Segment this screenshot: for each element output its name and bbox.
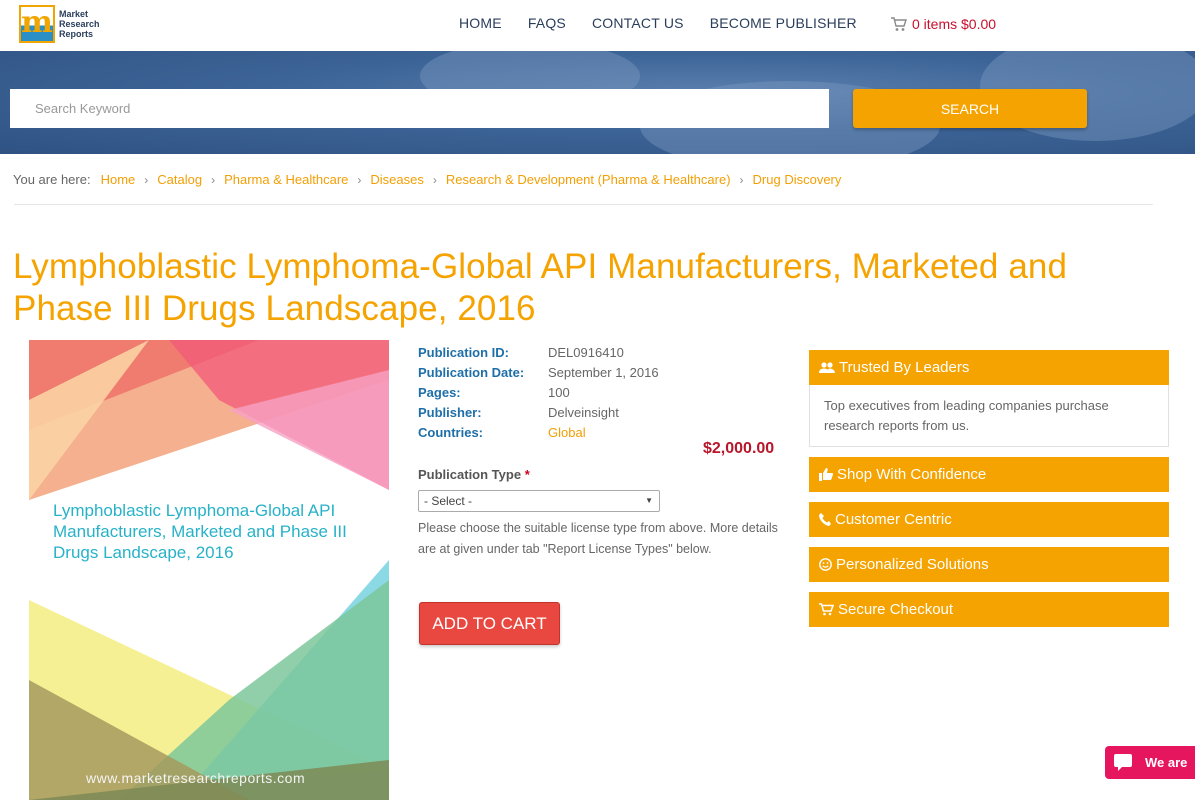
meta-key: Countries: [418,424,483,440]
country-link[interactable]: Global [548,425,586,440]
meta-key: Publication ID: [418,344,509,360]
breadcrumb-research-development[interactable]: Research & Development (Pharma & Healthc… [446,172,731,187]
cart-summary: 0 items $0.00 [912,16,997,32]
panel-trusted-by-leaders[interactable]: Trusted By Leaders [809,350,1169,385]
trusted-panel-body: Top executives from leading companies pu… [809,385,1169,447]
dropdown-arrow-icon: ▼ [645,496,653,505]
meta-row-pages: Pages: 100 [418,382,659,402]
main-nav: HOME FAQS CONTACT US BECOME PUBLISHER [459,15,883,31]
page-title: Lymphoblastic Lymphoma-Global API Manufa… [13,247,1068,328]
license-help-text: Please choose the suitable license type … [418,521,778,556]
publication-type-select[interactable]: - Select - ▼ [418,490,660,512]
chat-widget[interactable]: We are [1105,746,1195,779]
breadcrumb-drug-discovery[interactable]: Drug Discovery [753,172,842,187]
logo-mark-icon: m [19,5,55,43]
chevron-right-icon: › [739,172,744,187]
top-header: m Market Research Reports HOME FAQS CONT… [0,0,1195,51]
nav-become-publisher[interactable]: BECOME PUBLISHER [710,15,857,31]
panel-secure-checkout[interactable]: Secure Checkout [809,592,1169,627]
cart-icon [891,16,907,31]
meta-row-countries: Countries: Global [418,422,659,442]
search-input[interactable] [10,89,829,128]
nav-home[interactable]: HOME [459,15,502,31]
report-cover-image: Lymphoblastic Lymphoma-Global API Manufa… [29,340,389,800]
chat-bubble-icon [1114,754,1132,771]
meta-key: Pages: [418,384,461,400]
meta-value: Delveinsight [548,404,619,420]
nav-faqs[interactable]: FAQS [528,15,566,31]
required-mark: * [524,467,530,482]
meta-value: September 1, 2016 [548,364,659,380]
cart-icon [819,603,834,616]
cover-title: Lymphoblastic Lymphoma-Global API Manufa… [53,501,347,562]
breadcrumb-label: You are here: [13,172,91,187]
breadcrumb-pharma[interactable]: Pharma & Healthcare [224,172,348,187]
chevron-right-icon: › [357,172,362,187]
search-button[interactable]: SEARCH [853,89,1087,128]
meta-value: 100 [548,384,570,400]
meta-value: DEL0916410 [548,344,624,360]
chevron-right-icon: › [432,172,437,187]
price: $2,000.00 [703,440,775,457]
thumbs-up-icon [819,468,833,481]
site-logo[interactable]: m Market Research Reports [19,5,100,43]
divider [14,204,1153,205]
chat-label: We are [1145,755,1188,770]
select-value: - Select - [424,494,473,508]
panel-shop-with-confidence[interactable]: Shop With Confidence [809,457,1169,492]
meta-row-publication-id: Publication ID: DEL0916410 [418,342,659,362]
meta-row-publication-date: Publication Date: September 1, 2016 [418,362,659,382]
logo-text: Market Research Reports [59,9,100,39]
search-banner: SEARCH [0,51,1195,154]
meta-key: Publication Date: [418,364,525,380]
publication-type-label: Publication Type * [418,467,530,482]
cover-url: www.marketresearchreports.com [86,770,306,786]
add-to-cart-button[interactable]: ADD TO CART [419,602,560,645]
breadcrumb: You are here: Home › Catalog › Pharma & … [13,172,841,187]
meta-key: Publisher: [418,404,482,420]
panel-customer-centric[interactable]: Customer Centric [809,502,1169,537]
chevron-right-icon: › [144,172,149,187]
smile-icon [819,558,832,571]
meta-row-publisher: Publisher: Delveinsight [418,402,659,422]
breadcrumb-home[interactable]: Home [101,172,136,187]
chevron-right-icon: › [211,172,216,187]
cover-art [29,340,389,800]
phone-icon [819,513,831,526]
header-cart-link[interactable]: 0 items $0.00 [890,16,996,32]
breadcrumb-diseases[interactable]: Diseases [370,172,423,187]
panel-personalized-solutions[interactable]: Personalized Solutions [809,547,1169,582]
publication-details: Publication ID: DEL0916410 Publication D… [418,342,659,442]
users-icon [819,362,835,373]
breadcrumb-catalog[interactable]: Catalog [157,172,202,187]
nav-contact-us[interactable]: CONTACT US [592,15,684,31]
